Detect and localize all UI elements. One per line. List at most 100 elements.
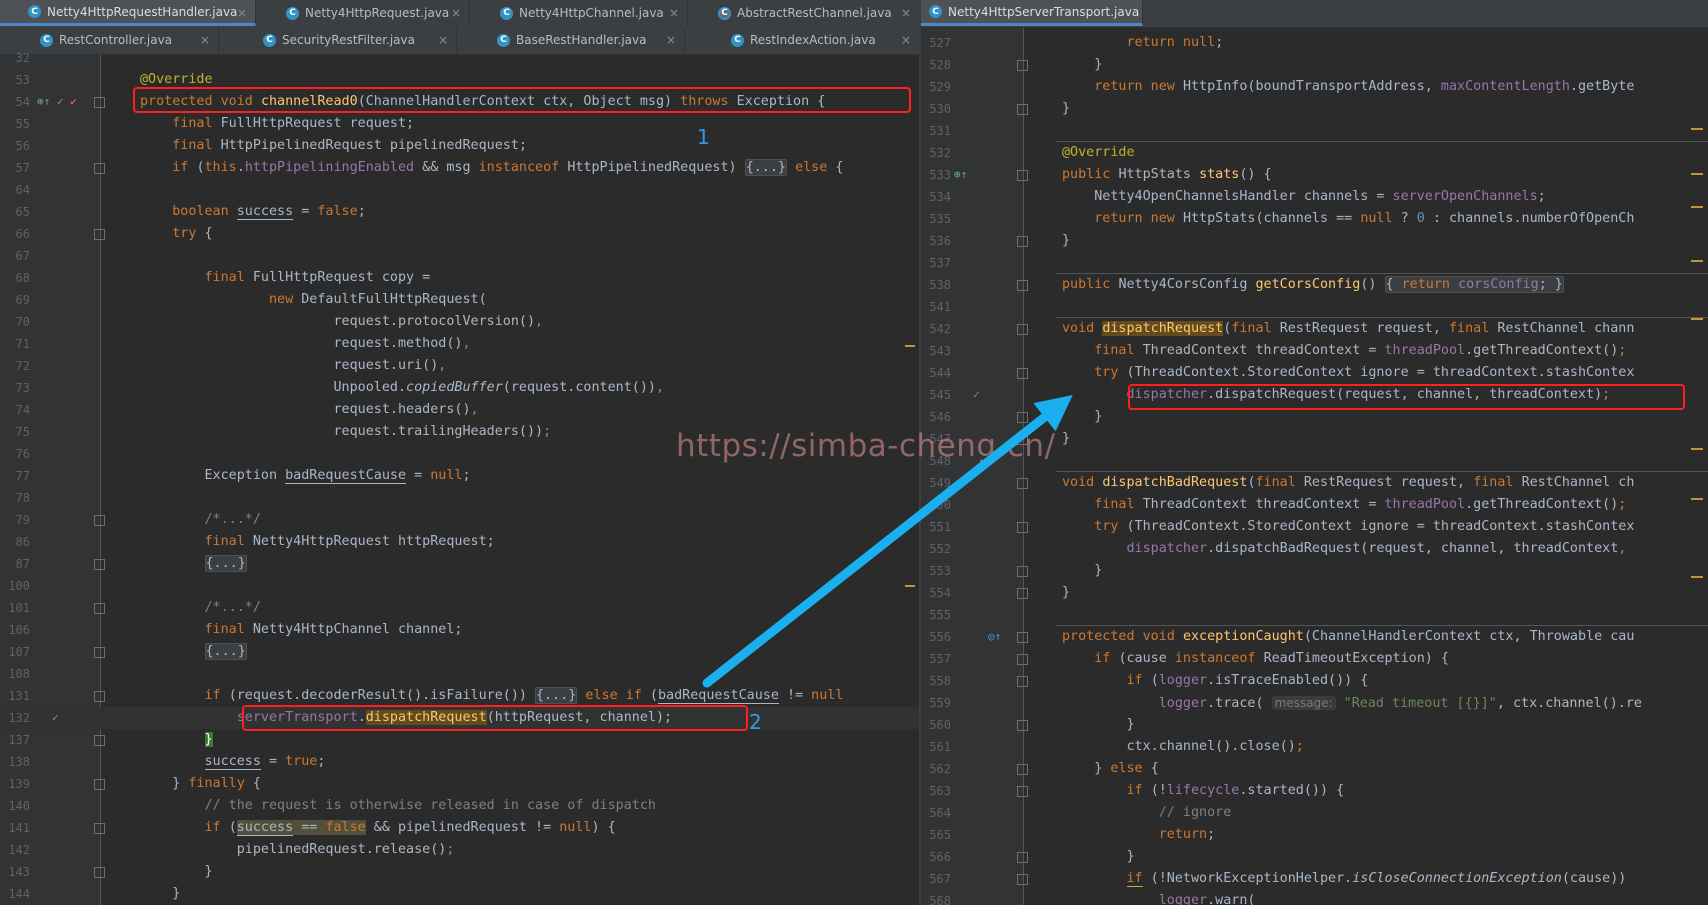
scrollbar-marker[interactable] — [1691, 128, 1703, 130]
fold-toggle-icon[interactable] — [94, 559, 105, 570]
tab-close-icon[interactable]: × — [237, 6, 247, 20]
code-line[interactable]: 142 pipelinedRequest.release(); — [0, 839, 920, 861]
code-line[interactable]: 56 final HttpPipelinedRequest pipelinedR… — [0, 135, 920, 157]
code-line[interactable]: 101 /*...*/ — [0, 597, 920, 619]
fold-toggle-icon[interactable] — [1017, 280, 1028, 291]
fold-toggle-icon[interactable] — [1017, 852, 1028, 863]
code-line[interactable]: 74 request.headers(), — [0, 399, 920, 421]
fold-toggle-icon[interactable] — [1017, 368, 1028, 379]
code-line[interactable]: 530} — [921, 98, 1708, 120]
code-line[interactable]: 131 if (request.decoderResult().isFailur… — [0, 685, 920, 707]
code-line[interactable]: 535 return new HttpStats(channels == nul… — [921, 208, 1708, 230]
code-line[interactable]: 86 final Netty4HttpRequest httpRequest; — [0, 531, 920, 553]
fold-toggle-icon[interactable] — [1017, 764, 1028, 775]
code-line[interactable]: 527 return null; — [921, 32, 1708, 54]
fold-toggle-icon[interactable] — [94, 691, 105, 702]
fold-toggle-icon[interactable] — [1017, 632, 1028, 643]
code-line[interactable]: 53 @Override — [0, 69, 920, 91]
fold-toggle-icon[interactable] — [94, 603, 105, 614]
code-line[interactable]: 100 — [0, 575, 920, 597]
fold-toggle-icon[interactable] — [94, 647, 105, 658]
code-line[interactable]: 79 /*...*/ — [0, 509, 920, 531]
scrollbar-marker[interactable] — [905, 345, 915, 347]
code-line[interactable]: 550 final ThreadContext threadContext = … — [921, 494, 1708, 516]
code-line[interactable]: 143 } — [0, 861, 920, 883]
code-line[interactable]: 554} — [921, 582, 1708, 604]
code-line[interactable]: 541 — [921, 296, 1708, 318]
code-line[interactable]: 67 — [0, 245, 920, 267]
tab-abstractrestchannel[interactable]: C AbstractRestChannel.java × — [688, 0, 920, 26]
tab-close-icon[interactable]: × — [451, 6, 461, 20]
code-line[interactable]: 69 new DefaultFullHttpRequest( — [0, 289, 920, 311]
code-line[interactable]: 32 — [0, 47, 920, 69]
code-line[interactable]: 567 if (!NetworkExceptionHelper.isCloseC… — [921, 868, 1708, 890]
right-code-editor[interactable]: 527 return null; 528 } 529 return new Http… — [921, 28, 1708, 905]
code-line[interactable]: 108 — [0, 663, 920, 685]
code-line[interactable]: 542 void dispatchRequest(final RestReques… — [921, 318, 1708, 340]
scrollbar-marker[interactable] — [1691, 448, 1703, 450]
code-line[interactable]: 545 ✓ dispatcher.dispatchRequest(request,… — [921, 384, 1708, 406]
tab-netty4httpservertransport[interactable]: C Netty4HttpServerTransport.java — [921, 0, 1143, 26]
code-line[interactable]: 70 request.protocolVersion(), — [0, 311, 920, 333]
code-line[interactable]: 57 if (this.httpPipeliningEnabled && msg… — [0, 157, 920, 179]
code-line[interactable]: 144 } — [0, 883, 920, 905]
code-line[interactable]: 537 — [921, 252, 1708, 274]
tab-close-icon[interactable]: × — [200, 33, 210, 47]
left-code-editor[interactable]: 32 53 @Override 54 ⊕↑ ✓ ✔ protected void chan… — [0, 51, 920, 905]
code-line[interactable]: 561 ctx.channel().close(); — [921, 736, 1708, 758]
code-line[interactable]: 549 void dispatchBadRequest(final RestReq… — [921, 472, 1708, 494]
code-line[interactable]: 78 — [0, 487, 920, 509]
code-line[interactable]: 141 if (success == false && pipelinedReq… — [0, 817, 920, 839]
fold-toggle-icon[interactable] — [94, 867, 105, 878]
fold-toggle-icon[interactable] — [1017, 566, 1028, 577]
tab-netty4httpchannel[interactable]: C Netty4HttpChannel.java × — [470, 0, 688, 26]
tab-close-icon[interactable]: × — [669, 6, 679, 20]
override-gutter-icon[interactable]: ⊕↑ — [37, 95, 50, 108]
code-line[interactable]: 73 Unpooled.copiedBuffer(request.content… — [0, 377, 920, 399]
code-line[interactable]: 555 — [921, 604, 1708, 626]
code-line[interactable]: 106 final Netty4HttpChannel channel; — [0, 619, 920, 641]
code-line[interactable]: 552 dispatcher.dispatchBadRequest(reques… — [921, 538, 1708, 560]
code-line[interactable]: 107 {...} — [0, 641, 920, 663]
code-line[interactable]: 54 ⊕↑ ✓ ✔ protected void channelRead0(Chan… — [0, 91, 920, 113]
tab-close-icon[interactable]: × — [901, 6, 911, 20]
code-line[interactable]: 557 if (cause instanceof ReadTimeoutExce… — [921, 648, 1708, 670]
code-line[interactable]: 559 logger.trace( message: "Read timeout… — [921, 692, 1708, 714]
fold-toggle-icon[interactable] — [1017, 588, 1028, 599]
scrollbar-marker[interactable] — [905, 585, 915, 587]
scrollbar-marker[interactable] — [1691, 576, 1703, 578]
code-line[interactable]: 65 boolean success = false; — [0, 201, 920, 223]
code-line[interactable]: 68 final FullHttpRequest copy = — [0, 267, 920, 289]
code-line[interactable]: 132 ✓ serverTransport.dispatchRequest(htt… — [0, 707, 920, 729]
code-line[interactable]: 87 {...} — [0, 553, 920, 575]
code-line[interactable]: 529 return new HttpInfo(boundTransportAd… — [921, 76, 1708, 98]
code-line[interactable]: 560 } — [921, 714, 1708, 736]
fold-toggle-icon[interactable] — [1017, 478, 1028, 489]
code-line[interactable]: 533 ⊕↑ public HttpStats stats() { — [921, 164, 1708, 186]
fold-toggle-icon[interactable] — [1017, 324, 1028, 335]
code-line[interactable]: 558 if (logger.isTraceEnabled()) { — [921, 670, 1708, 692]
fold-toggle-icon[interactable] — [1017, 786, 1028, 797]
code-line[interactable]: 528 } — [921, 54, 1708, 76]
fold-toggle-icon[interactable] — [94, 229, 105, 240]
code-line[interactable]: 538 public Netty4CorsConfig getCorsConfig… — [921, 274, 1708, 296]
code-line[interactable]: 564 // ignore — [921, 802, 1708, 824]
code-line[interactable]: 551 try (ThreadContext.StoredContext ign… — [921, 516, 1708, 538]
code-line[interactable]: 566 } — [921, 846, 1708, 868]
fold-toggle-icon[interactable] — [94, 735, 105, 746]
override-gutter-icon[interactable]: ⊕↑ — [954, 164, 967, 186]
fold-toggle-icon[interactable] — [94, 823, 105, 834]
code-line[interactable]: 544 try (ThreadContext.StoredContext ign… — [921, 362, 1708, 384]
fold-toggle-icon[interactable] — [1017, 654, 1028, 665]
scrollbar-marker[interactable] — [1691, 206, 1703, 208]
fold-toggle-icon[interactable] — [94, 515, 105, 526]
fold-toggle-icon[interactable] — [1017, 522, 1028, 533]
code-line[interactable]: 534 Netty4OpenChannelsHandler channels =… — [921, 186, 1708, 208]
fold-toggle-icon[interactable] — [1017, 412, 1028, 423]
fold-toggle-icon[interactable] — [1017, 676, 1028, 687]
code-line[interactable]: 536} — [921, 230, 1708, 252]
fold-toggle-icon[interactable] — [94, 779, 105, 790]
code-line[interactable]: 546 } — [921, 406, 1708, 428]
fold-toggle-icon[interactable] — [1017, 874, 1028, 885]
code-line[interactable]: 137 } — [0, 729, 920, 751]
